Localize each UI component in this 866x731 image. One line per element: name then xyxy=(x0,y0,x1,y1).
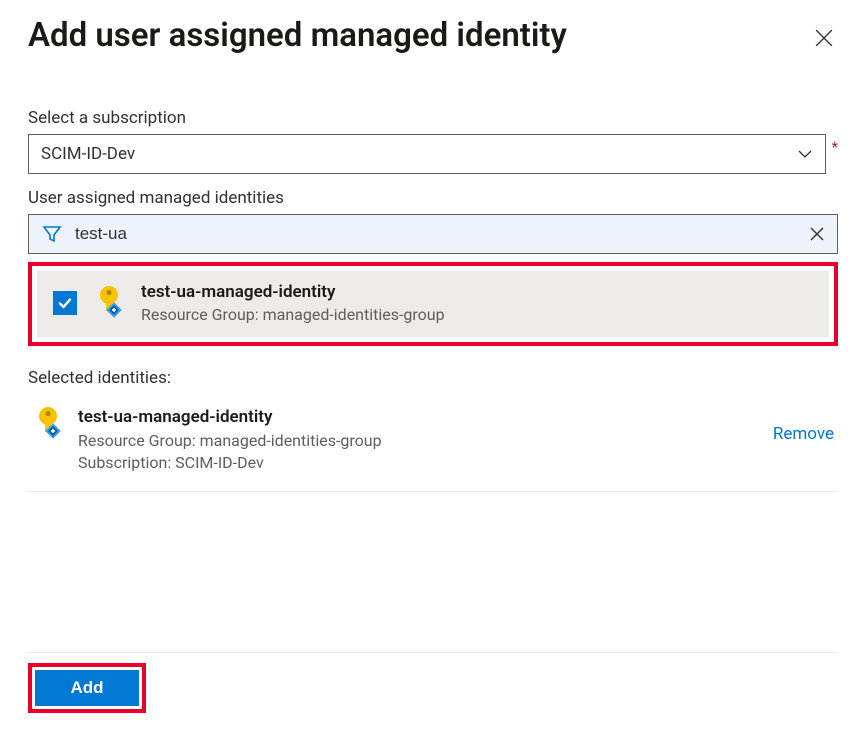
uami-filter-input[interactable] xyxy=(75,215,797,253)
selected-identity-row: test-ua-managed-identity Resource Group:… xyxy=(28,394,838,492)
remove-link[interactable]: Remove xyxy=(773,424,834,444)
selected-subscription: Subscription: SCIM-ID-Dev xyxy=(78,452,759,474)
selected-text: test-ua-managed-identity Resource Group:… xyxy=(78,406,759,475)
subscription-label: Select a subscription xyxy=(28,108,838,128)
panel-header: Add user assigned managed identity xyxy=(28,16,838,56)
result-name: test-ua-managed-identity xyxy=(141,281,445,304)
selected-identities-label: Selected identities: xyxy=(28,368,838,388)
panel-title: Add user assigned managed identity xyxy=(28,16,567,56)
managed-identity-icon xyxy=(32,406,64,442)
checkmark-icon xyxy=(57,295,73,311)
required-indicator: * xyxy=(832,138,838,156)
uami-label: User assigned managed identities xyxy=(28,188,838,208)
subscription-select[interactable]: SCIM-ID-Dev xyxy=(28,134,826,174)
subscription-row: SCIM-ID-Dev * xyxy=(28,134,838,174)
selected-resource-group: Resource Group: managed-identities-group xyxy=(78,430,759,452)
filter-clear-button[interactable] xyxy=(797,215,837,253)
chevron-down-icon xyxy=(797,146,813,162)
uami-filter xyxy=(28,214,838,254)
add-uami-panel: Add user assigned managed identity Selec… xyxy=(0,0,866,731)
result-highlight: test-ua-managed-identity Resource Group:… xyxy=(28,262,838,347)
panel-footer: Add xyxy=(28,652,838,713)
result-checkbox[interactable] xyxy=(53,291,77,315)
filter-icon-cell xyxy=(29,215,75,253)
subscription-value: SCIM-ID-Dev xyxy=(41,144,135,164)
managed-identity-icon xyxy=(93,285,125,321)
close-icon xyxy=(809,226,825,242)
add-button[interactable]: Add xyxy=(35,670,139,706)
filter-icon xyxy=(42,224,62,244)
uami-result-row[interactable]: test-ua-managed-identity Resource Group:… xyxy=(37,271,829,338)
close-button[interactable] xyxy=(810,24,838,52)
add-button-highlight: Add xyxy=(28,663,146,713)
close-icon xyxy=(815,29,833,47)
selected-name: test-ua-managed-identity xyxy=(78,406,759,430)
result-text: test-ua-managed-identity Resource Group:… xyxy=(141,281,445,326)
result-resource-group: Resource Group: managed-identities-group xyxy=(141,304,445,326)
